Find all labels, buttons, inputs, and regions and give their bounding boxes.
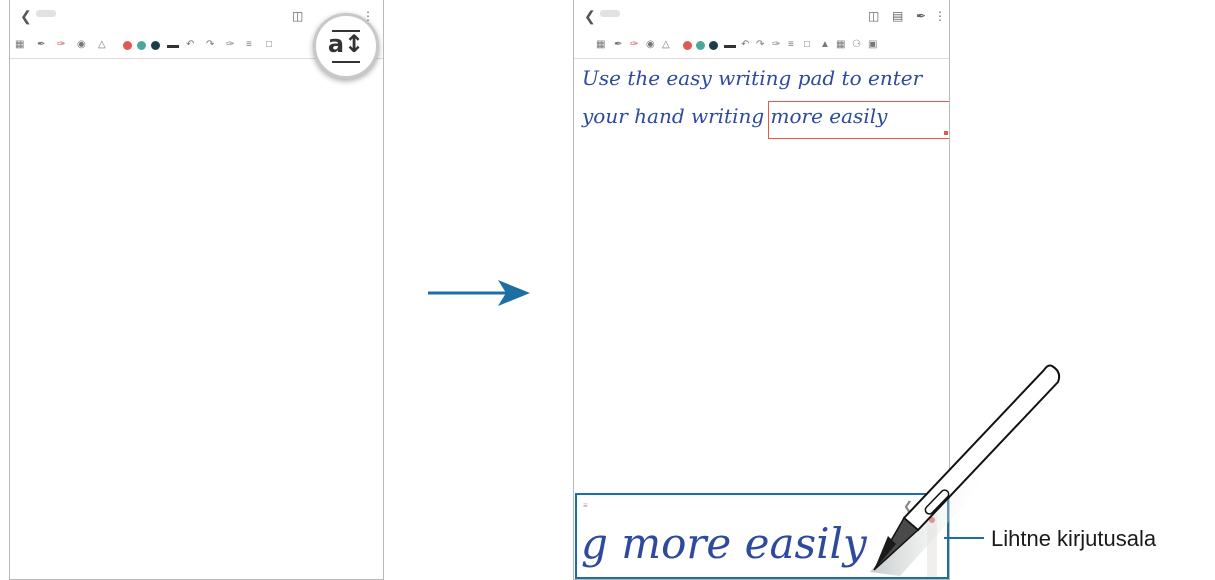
text-style-icon[interactable]: ≡: [246, 38, 252, 52]
pen-icon[interactable]: ✒: [614, 38, 622, 52]
color-red-swatch[interactable]: [683, 41, 692, 50]
reading-mode-icon[interactable]: ▲: [820, 38, 830, 52]
active-writing-box[interactable]: [768, 101, 949, 139]
page-icon[interactable]: ▤: [892, 9, 903, 23]
easy-writing-pad-button[interactable]: a↕: [313, 13, 379, 79]
left-screen: ❮ ◫ ⋮ ▦ ✒ ✑ ◉ △ ↶ ↷ ✑ ≡ □ a↕: [9, 0, 384, 580]
handwriting-line-1: Use the easy writing pad to enter: [582, 66, 923, 90]
title-placeholder: [600, 10, 620, 17]
selection-pen-icon[interactable]: ✑: [226, 38, 234, 52]
pencil-icon[interactable]: ✑: [630, 38, 638, 52]
easy-writing-pad-label: Lihtne kirjutusala: [991, 526, 1157, 551]
color-red-swatch[interactable]: [123, 41, 132, 50]
drag-handle-icon[interactable]: ≡: [583, 501, 588, 510]
book-view-icon[interactable]: ◫: [292, 9, 303, 23]
stroke-width-icon[interactable]: [167, 45, 179, 48]
image-icon[interactable]: ▣: [868, 38, 877, 52]
voice-record-icon[interactable]: ⚆: [852, 38, 861, 52]
underline-decoration: [332, 61, 360, 63]
back-icon[interactable]: ❮: [20, 8, 32, 25]
redo-icon[interactable]: ↷: [756, 38, 764, 52]
back-icon[interactable]: ❮: [584, 8, 596, 25]
drawing-toolbar: ▦ ✒ ✑ ◉ △ ↶ ↷ ✑ ≡ □ ▲ ▦ ⚆ ▣: [574, 34, 949, 59]
easy-writing-pad-icon: a↕: [327, 30, 365, 58]
pad-handwriting: g more easily: [581, 519, 867, 568]
shape-icon[interactable]: △: [98, 38, 106, 52]
resize-handle[interactable]: [944, 131, 948, 135]
top-bar: ❮ ◫ ▤ ✒ ⋮: [574, 0, 949, 34]
template-icon[interactable]: ▦: [836, 38, 845, 52]
undo-icon[interactable]: ↶: [186, 38, 194, 52]
selection-pen-icon[interactable]: ✑: [772, 38, 780, 52]
color-dark-swatch[interactable]: [709, 41, 718, 50]
eraser-icon[interactable]: □: [804, 38, 810, 52]
color-teal-swatch[interactable]: [696, 41, 705, 50]
stroke-width-icon[interactable]: [724, 45, 736, 48]
transition-arrow-icon: [428, 280, 530, 306]
brush-icon[interactable]: ◉: [646, 38, 655, 52]
shape-icon[interactable]: △: [662, 38, 670, 52]
title-placeholder: [36, 10, 56, 17]
attach-icon[interactable]: ✒: [916, 9, 926, 23]
color-teal-swatch[interactable]: [137, 41, 146, 50]
redo-icon[interactable]: ↷: [206, 38, 214, 52]
pencil-icon[interactable]: ✑: [57, 38, 65, 52]
more-options-icon[interactable]: ⋮: [934, 9, 946, 23]
keyboard-icon[interactable]: ▦: [15, 38, 24, 52]
callout-line: [944, 537, 984, 539]
eraser-icon[interactable]: □: [266, 38, 272, 52]
undo-icon[interactable]: ↶: [741, 38, 749, 52]
color-dark-swatch[interactable]: [151, 41, 160, 50]
keyboard-icon[interactable]: ▦: [596, 38, 605, 52]
pen-icon[interactable]: ✒: [37, 38, 45, 52]
book-view-icon[interactable]: ◫: [868, 9, 879, 23]
brush-icon[interactable]: ◉: [77, 38, 86, 52]
text-style-icon[interactable]: ≡: [788, 38, 794, 52]
